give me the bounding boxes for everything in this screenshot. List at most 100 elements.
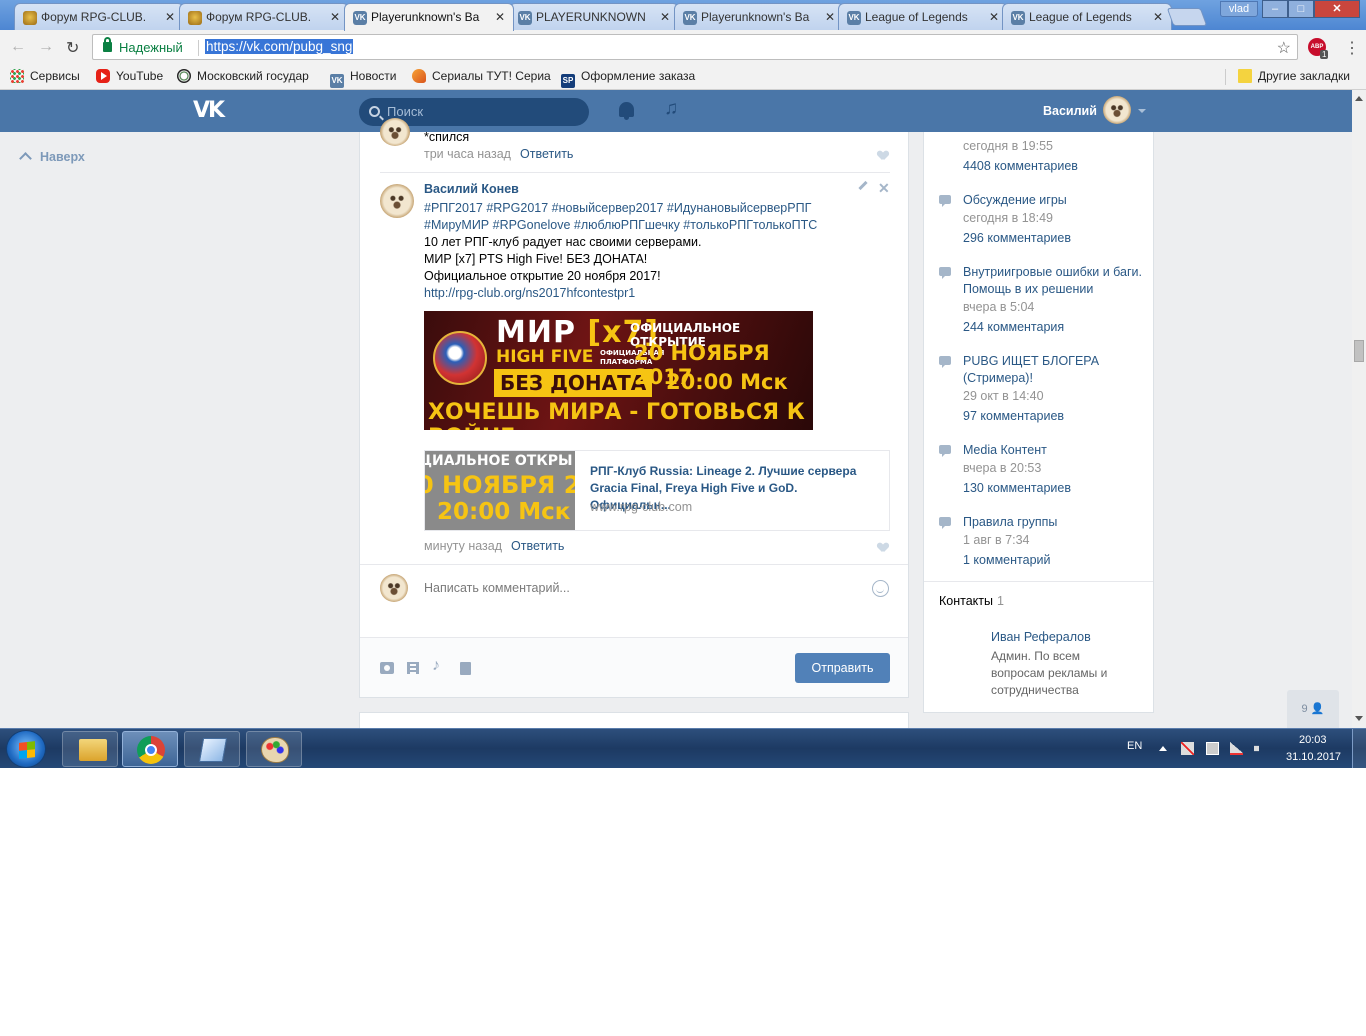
tab-close-icon[interactable]: ✕ xyxy=(825,10,835,24)
vk-logo[interactable]: VK xyxy=(193,98,227,123)
tab-playerunknown-active[interactable]: VK Playerunknown's Ba ✕ xyxy=(344,3,514,31)
menu-icon[interactable]: ⋮ xyxy=(1344,38,1360,58)
discussion-title[interactable]: Обсуждение игры xyxy=(963,192,1143,209)
bookmark-msu[interactable]: Московский государ xyxy=(177,69,309,83)
avatar[interactable] xyxy=(1103,96,1131,124)
comment-input[interactable]: Написать комментарий... xyxy=(424,581,570,595)
taskbar-chrome[interactable] xyxy=(122,731,178,767)
emoji-smile-icon[interactable] xyxy=(872,580,889,597)
minimize-button[interactable]: – xyxy=(1262,0,1288,18)
bell-icon[interactable] xyxy=(619,102,634,120)
language-indicator[interactable]: EN xyxy=(1127,740,1142,752)
avatar[interactable] xyxy=(380,118,410,146)
bookmark-apps[interactable]: Сервисы xyxy=(10,69,80,83)
forward-arrow-icon[interactable]: → xyxy=(38,38,54,56)
comment-reply-link[interactable]: Ответить xyxy=(511,539,564,553)
discussion-title[interactable]: Media Контент xyxy=(963,442,1143,459)
youtube-icon xyxy=(96,69,110,83)
back-arrow-icon[interactable]: ← xyxy=(10,38,26,56)
vk-icon: VK xyxy=(847,11,861,25)
discussion-title[interactable]: PUBG ИЩЕТ БЛОГЕРА (Стримера)! xyxy=(963,353,1143,387)
bookmark-youtube[interactable]: YouTube xyxy=(96,69,163,83)
device-icon[interactable] xyxy=(1206,742,1219,755)
tab-league-of-legends-1[interactable]: VK League of Legends ✕ xyxy=(838,3,1008,30)
music-note-icon[interactable]: ♪ xyxy=(432,657,446,674)
network-signal-icon[interactable] xyxy=(1230,742,1243,755)
avatar[interactable] xyxy=(380,184,414,218)
chevron-down-icon[interactable] xyxy=(1138,109,1146,113)
discussion-comment-count[interactable]: 296 комментариев xyxy=(963,231,1071,245)
camera-icon[interactable] xyxy=(380,662,394,674)
comment-author[interactable]: Василий Конев xyxy=(424,182,519,196)
like-heart-icon[interactable] xyxy=(878,151,888,160)
tab-close-icon[interactable]: ✕ xyxy=(165,10,175,24)
new-tab-button[interactable] xyxy=(1166,8,1208,26)
edit-pencil-icon[interactable] xyxy=(858,180,868,191)
tab-playerunknown-2[interactable]: VK Playerunknown's Ba ✕ xyxy=(674,3,844,30)
like-heart-icon[interactable] xyxy=(878,543,888,552)
document-icon[interactable] xyxy=(460,662,471,675)
discussion-comment-count[interactable]: 244 комментария xyxy=(963,320,1064,334)
comment-link[interactable]: http://rpg-club.org/ns2017hfcontestpr1 xyxy=(424,285,864,302)
discussion-comment-count[interactable]: 4408 комментариев xyxy=(963,159,1078,173)
discussion-comment-count[interactable]: 1 комментарий xyxy=(963,553,1050,567)
link-preview-thumbnail[interactable]: ЦИАЛЬНОЕ ОТКРЫ 0 НОЯБРЯ 201 20:00 Мск xyxy=(425,451,575,530)
taskbar-notepad[interactable] xyxy=(184,731,240,767)
comment-hashtags-line[interactable]: #РПГ2017 #RPG2017 #новыйсервер2017 #Идун… xyxy=(424,200,864,217)
tray-expand-icon[interactable] xyxy=(1159,746,1167,751)
tab-close-icon[interactable]: ✕ xyxy=(330,10,340,24)
close-window-button[interactable]: ✕ xyxy=(1314,0,1360,18)
comment-time[interactable]: минуту назад xyxy=(424,539,502,553)
maximize-button[interactable]: □ xyxy=(1288,0,1314,18)
contacts-header[interactable]: Контакты 1 xyxy=(939,594,1004,608)
online-friends-chip[interactable]: 9 👤 xyxy=(1287,690,1339,728)
send-button[interactable]: Отправить xyxy=(795,653,890,683)
show-desktop-button[interactable] xyxy=(1352,729,1366,768)
clock-date[interactable]: 31.10.2017 xyxy=(1286,751,1341,763)
tab-close-icon[interactable]: ✕ xyxy=(660,10,670,24)
user-name[interactable]: Василий xyxy=(1043,104,1097,118)
scroll-to-top-link[interactable]: Наверх xyxy=(18,150,85,165)
volume-icon[interactable] xyxy=(1254,742,1265,755)
url-text[interactable]: https://vk.com/pubg_sng xyxy=(205,39,354,54)
bookmark-star-icon[interactable]: ☆ xyxy=(1277,38,1291,58)
video-icon[interactable] xyxy=(407,662,419,674)
previous-comment-reply-link[interactable]: Ответить xyxy=(520,147,573,161)
bookmark-order[interactable]: SP Оформление заказа xyxy=(561,69,695,88)
music-icon[interactable]: ♫ xyxy=(664,98,678,120)
bookmark-serials[interactable]: Сериалы ТУТ! Сериа xyxy=(412,69,551,83)
tab-close-icon[interactable]: ✕ xyxy=(989,10,999,24)
start-button[interactable] xyxy=(6,730,46,768)
reload-icon[interactable]: ↻ xyxy=(66,38,79,58)
previous-comment-time[interactable]: три часа назад xyxy=(424,147,511,161)
tab-league-of-legends-2[interactable]: VK League of Legends ✕ xyxy=(1002,3,1172,30)
promo-banner-image[interactable]: МИР [x7] HIGH FIVE ОФИЦИАЛЬНАЯ ПЛАТФОРМА… xyxy=(424,311,813,430)
clock-time[interactable]: 20:03 xyxy=(1299,734,1327,746)
taskbar-explorer[interactable] xyxy=(62,731,118,767)
tab-close-icon[interactable]: ✕ xyxy=(1153,10,1163,24)
tab-playerunknown-caps[interactable]: VK PLAYERUNKNOWN ✕ xyxy=(509,3,679,30)
discussion-title[interactable]: Внутриигровые ошибки и баги. Помощь в их… xyxy=(963,264,1143,298)
discussion-title[interactable]: Правила группы xyxy=(963,514,1143,531)
discussion-comment-count[interactable]: 97 комментариев xyxy=(963,409,1064,423)
link-preview-card[interactable]: ЦИАЛЬНОЕ ОТКРЫ 0 НОЯБРЯ 201 20:00 Мск РП… xyxy=(424,450,890,531)
chrome-icon xyxy=(137,736,165,764)
profile-badge[interactable]: vlad xyxy=(1220,1,1258,17)
tab-rpg-club-forum-1[interactable]: Форум RPG-CLUB. ✕ xyxy=(14,3,184,30)
bookmark-other[interactable]: Другие закладки xyxy=(1238,69,1350,83)
scroll-up-arrow-icon[interactable] xyxy=(1355,96,1363,101)
scrollbar-thumb[interactable] xyxy=(1354,340,1364,362)
bookmark-news[interactable]: VK Новости xyxy=(330,69,396,88)
discussion-comment-count[interactable]: 130 комментариев xyxy=(963,481,1071,495)
address-bar[interactable]: Надежный https://vk.com/pubg_sng ☆ xyxy=(92,34,1298,60)
comment-hashtags-line[interactable]: #МируМИР #RPGonelove #люблюРПГшечку #тол… xyxy=(424,217,864,234)
tab-rpg-club-forum-2[interactable]: Форум RPG-CLUB. ✕ xyxy=(179,3,349,30)
delete-comment-icon[interactable]: ✕ xyxy=(878,180,890,197)
scroll-down-arrow-icon[interactable] xyxy=(1355,716,1363,721)
action-center-flag-icon[interactable] xyxy=(1181,742,1194,755)
tab-close-icon[interactable]: ✕ xyxy=(495,10,505,24)
contact-name[interactable]: Иван Рефералов xyxy=(991,630,1091,644)
taskbar-paint[interactable] xyxy=(246,731,302,767)
page-scrollbar[interactable] xyxy=(1352,90,1366,728)
bookmark-label: Новости xyxy=(350,69,397,83)
